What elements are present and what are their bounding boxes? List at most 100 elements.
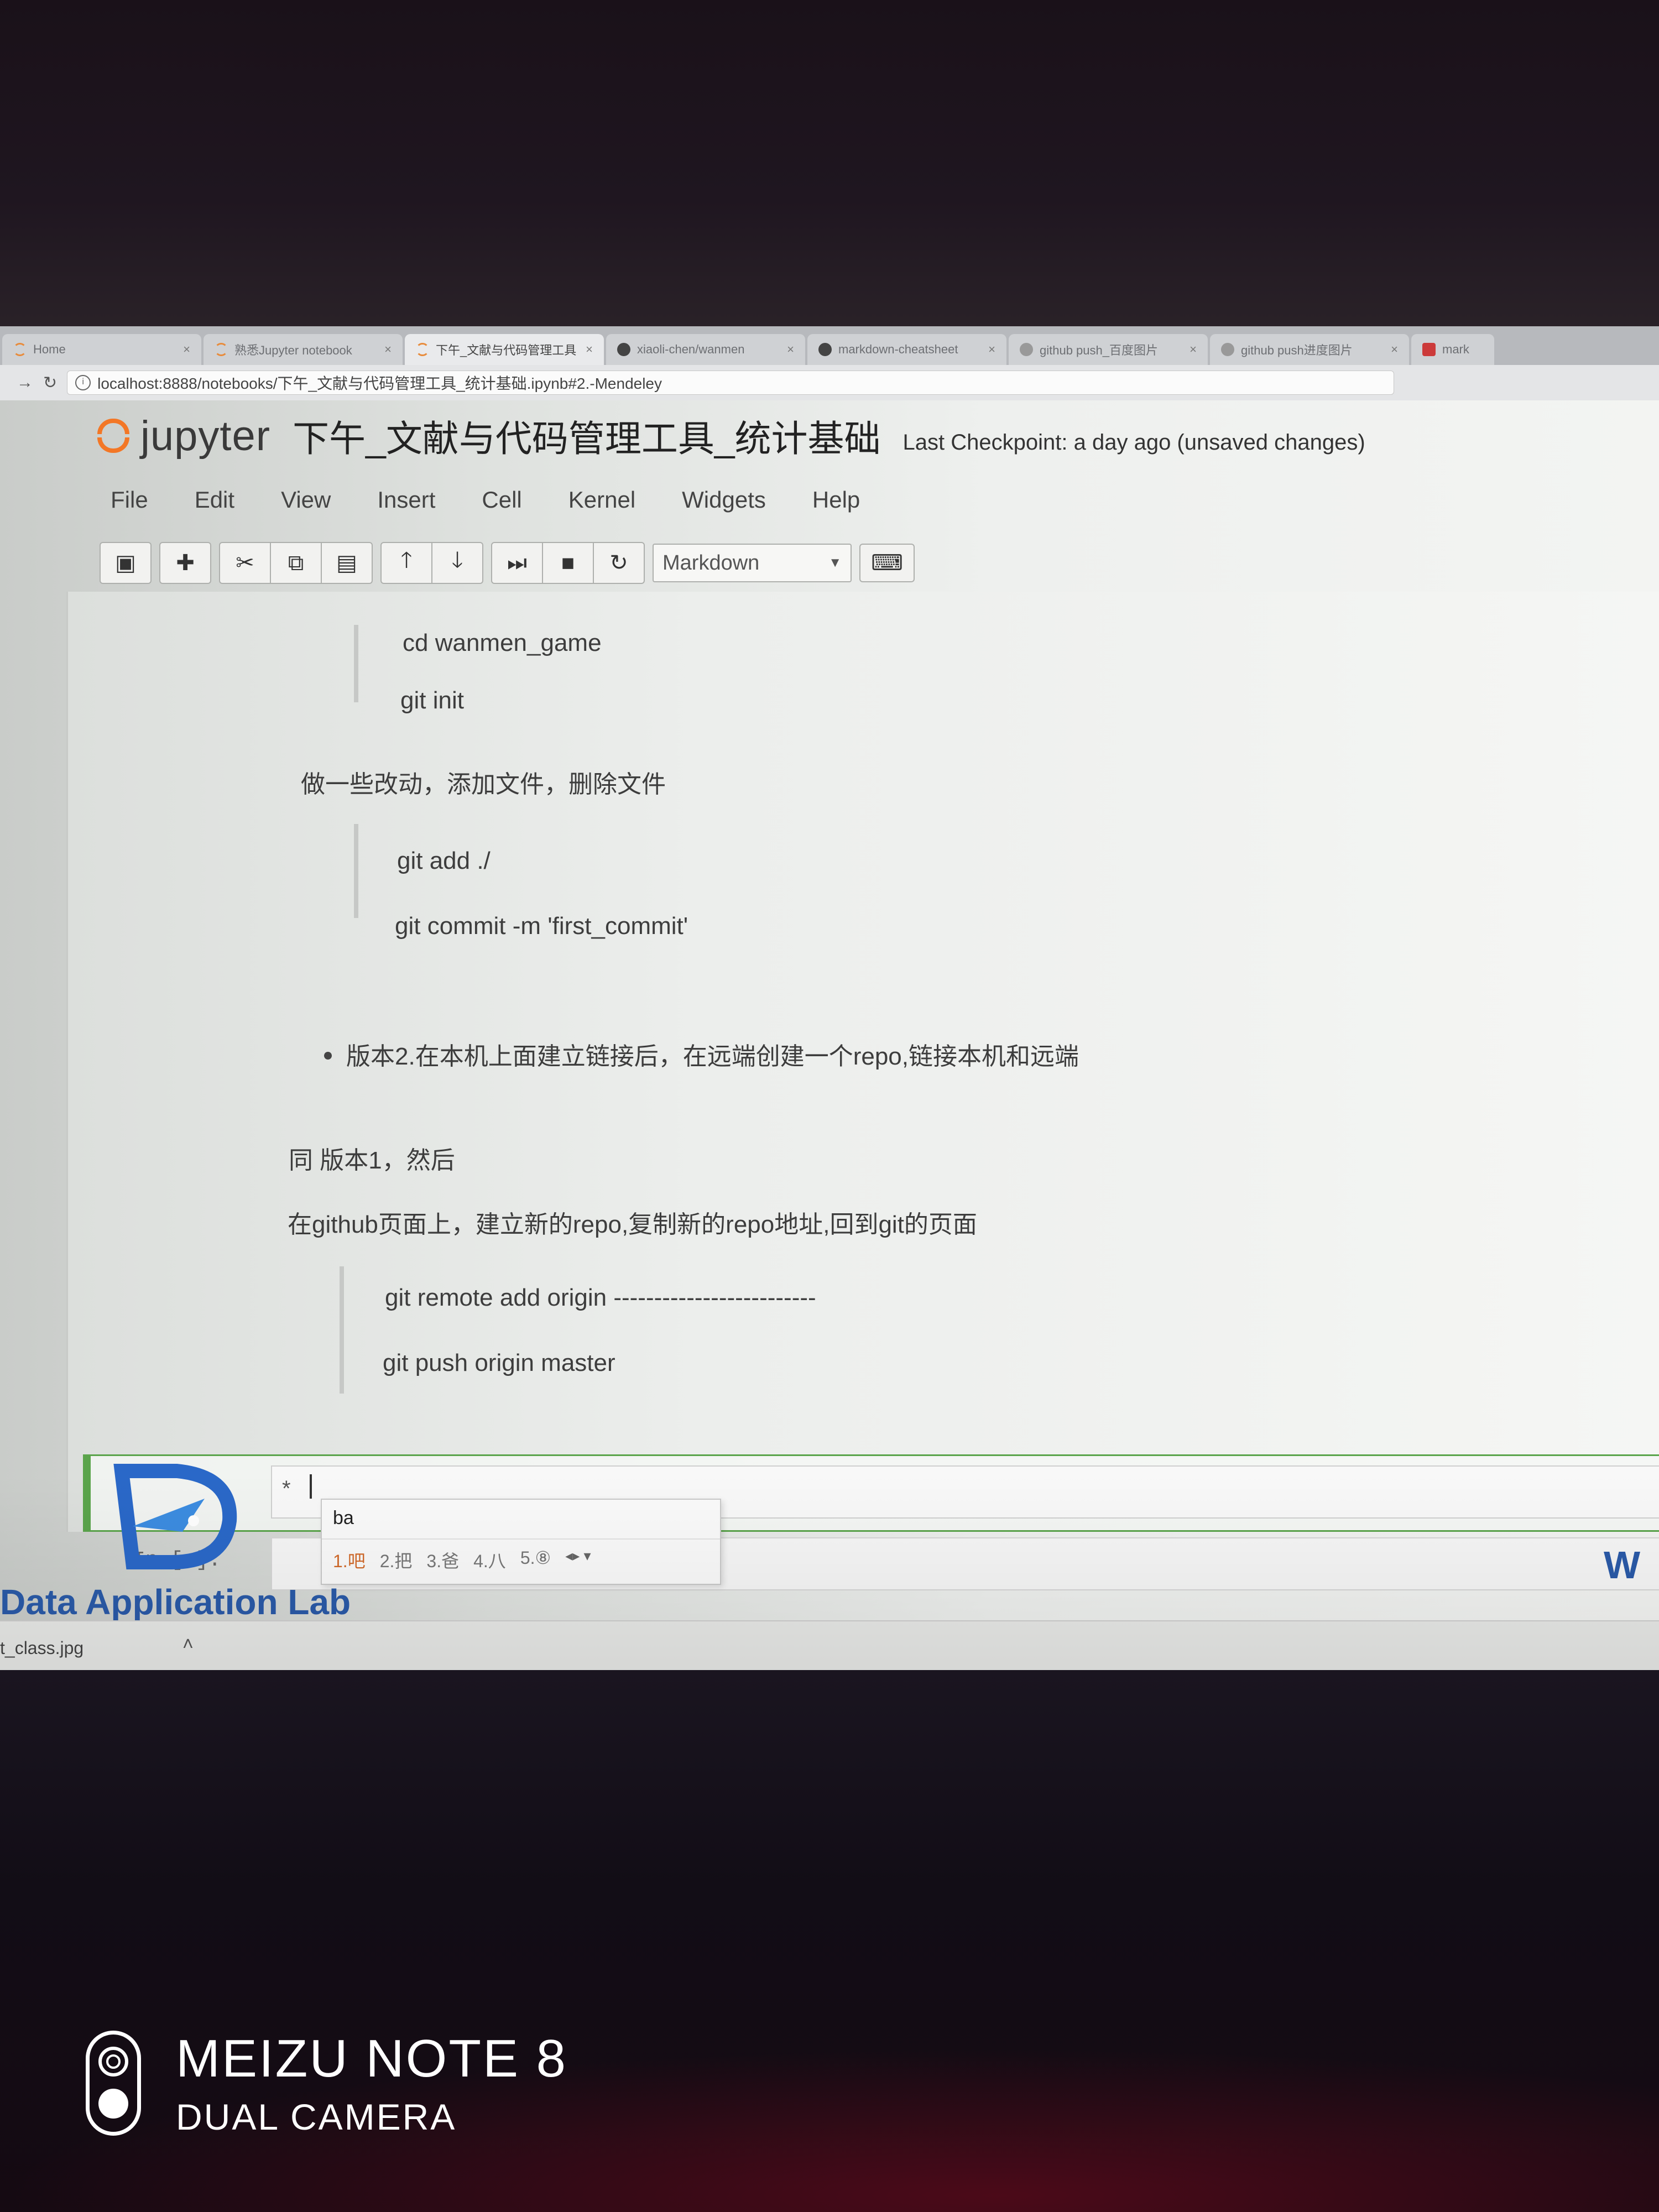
download-item[interactable]: t_class.jpg (0, 1638, 84, 1658)
paragraph-text: 同 版本1，然后 (289, 1147, 455, 1174)
blockquote-bar (354, 824, 358, 918)
paragraph-text: 在github页面上，建立新的repo,复制新的repo地址,回到git的页面 (288, 1211, 977, 1238)
step-forward-icon: ⏭ (507, 550, 527, 575)
notebook-toolbar: ▣ ✚ ✂ ⧉ ▤ 🡑 🡓 ⏭ ■ ↻ Markdown ▼ ⌨ (100, 542, 915, 584)
browser-tab[interactable]: 熟悉Jupyter notebook × (204, 334, 403, 365)
tab-bar: Home × 熟悉Jupyter notebook × 下午_文献与代码管理工具… (0, 326, 1659, 365)
menu-help[interactable]: Help (812, 487, 860, 513)
forward-icon[interactable]: → (17, 373, 33, 392)
code-line: git push origin master (383, 1349, 615, 1376)
jupyter-icon (416, 343, 429, 356)
jupyter-icon (215, 343, 228, 356)
paste-icon: ▤ (336, 551, 357, 575)
lab-watermark-text: Data Application Lab (0, 1582, 351, 1622)
chevron-down-icon: ▼ (828, 555, 842, 570)
tab-title: xiaoli-chen/wanmen (637, 342, 745, 356)
jupyter-logo-icon (94, 416, 133, 455)
tab-title: markdown-cheatsheet (838, 342, 958, 356)
github-icon (818, 343, 832, 356)
close-icon[interactable]: × (988, 342, 995, 357)
close-icon[interactable]: × (1391, 342, 1398, 357)
menu-kernel[interactable]: Kernel (568, 487, 635, 513)
menu-view[interactable]: View (281, 487, 331, 513)
ime-candidate[interactable]: 1.吧 (333, 1547, 366, 1573)
browser-tab[interactable]: markdown-cheatsheet × (807, 334, 1006, 365)
save-icon: ▣ (115, 551, 136, 575)
run-button-group: ⏭ ■ ↻ (491, 542, 645, 584)
save-button[interactable]: ▣ (100, 542, 152, 584)
browser-tab[interactable]: mark (1411, 334, 1494, 365)
copy-icon: ⧉ (288, 550, 304, 575)
url-input[interactable]: i localhost:8888/notebooks/下午_文献与代码管理工具_… (67, 371, 1395, 395)
move-up-button[interactable]: 🡑 (380, 542, 432, 584)
restart-button[interactable]: ↻ (593, 542, 645, 584)
camera-icon (86, 2031, 141, 2136)
reload-icon[interactable]: ↻ (43, 373, 57, 393)
menu-insert[interactable]: Insert (377, 487, 435, 513)
blockquote-bar (354, 625, 358, 702)
menu-cell[interactable]: Cell (482, 487, 521, 513)
run-button[interactable]: ⏭ (491, 542, 543, 584)
menu-widgets[interactable]: Widgets (682, 487, 766, 513)
tab-title: 熟悉Jupyter notebook (234, 343, 352, 357)
close-icon[interactable]: × (1190, 342, 1197, 357)
tab-title: github push进度图片 (1241, 343, 1353, 357)
blockquote-bar (340, 1266, 344, 1394)
restart-icon: ↻ (609, 551, 628, 575)
text-cursor (310, 1474, 312, 1499)
move-button-group: 🡑 🡓 (380, 542, 483, 584)
ime-candidate[interactable]: 4.八 (473, 1547, 506, 1573)
browser-tab[interactable]: github push_百度图片 × (1009, 334, 1208, 365)
bullet-dot (324, 1052, 332, 1060)
data-application-lab-logo (113, 1464, 237, 1569)
ime-input-text: ba (333, 1507, 354, 1528)
notebook-title[interactable]: 下午_文献与代码管理工具_统计基础 (293, 409, 880, 462)
code-line: git remote add origin ------------------… (385, 1284, 816, 1311)
tab-title: 下午_文献与代码管理工具 (436, 343, 577, 357)
code-line: git commit -m 'first_commit' (395, 912, 688, 940)
ime-candidate-popup[interactable]: ba 1.吧 2.把 3.爸 4.八 5.⑧ ◂▸ ▾ (321, 1499, 721, 1585)
divider (322, 1538, 720, 1540)
browser-tab[interactable]: xiaoli-chen/wanmen × (606, 334, 805, 365)
right-watermark-text: W (1604, 1543, 1641, 1587)
close-icon[interactable]: × (183, 342, 190, 357)
cell-type-value: Markdown (662, 551, 760, 575)
browser-window: Home × 熟悉Jupyter notebook × 下午_文献与代码管理工具… (0, 326, 1659, 1676)
arrow-up-icon: 🡑 (400, 548, 413, 572)
browser-tab[interactable]: Home × (2, 334, 201, 365)
tab-title: Home (33, 342, 66, 356)
close-icon[interactable]: × (787, 342, 794, 357)
copy-button[interactable]: ⧉ (270, 542, 322, 584)
info-icon[interactable]: i (75, 375, 91, 390)
ime-candidate[interactable]: 5.⑧ (520, 1547, 551, 1573)
close-icon[interactable]: × (586, 342, 593, 357)
monitor-bezel-top (0, 0, 1659, 332)
code-line: cd wanmen_game (403, 629, 602, 656)
checkpoint-status: Last Checkpoint: a day ago (unsaved chan… (902, 430, 1365, 455)
cell-type-select[interactable]: Markdown ▼ (653, 544, 852, 582)
cut-button[interactable]: ✂ (219, 542, 271, 584)
insert-cell-button[interactable]: ✚ (159, 542, 211, 584)
menu-file[interactable]: File (111, 487, 148, 513)
command-palette-button[interactable]: ⌨ (859, 544, 915, 582)
menu-edit[interactable]: Edit (195, 487, 234, 513)
close-icon[interactable]: × (384, 342, 392, 357)
browser-tab[interactable]: github push进度图片 × (1210, 334, 1409, 365)
stop-icon: ■ (561, 550, 575, 575)
ime-candidate[interactable]: 2.把 (380, 1547, 413, 1573)
jupyter-logo[interactable]: jupyter (94, 412, 270, 460)
browser-tab-active[interactable]: 下午_文献与代码管理工具 × (405, 334, 604, 365)
page-arrows-icon[interactable]: ◂▸ ▾ (565, 1547, 591, 1573)
cell-dirty-marker: * (282, 1477, 291, 1501)
chevron-up-icon[interactable]: ˄ (182, 1634, 194, 1655)
paragraph-text: 做一些改动，添加文件，删除文件 (301, 771, 666, 798)
interrupt-button[interactable]: ■ (542, 542, 594, 584)
move-down-button[interactable]: 🡓 (431, 542, 483, 584)
download-shelf: t_class.jpg ˄ (0, 1620, 1659, 1676)
scissors-icon: ✂ (236, 551, 254, 575)
baidu-icon (1221, 343, 1234, 356)
ime-candidate[interactable]: 3.爸 (426, 1547, 459, 1573)
jupyter-icon (13, 343, 27, 356)
paste-button[interactable]: ▤ (321, 542, 373, 584)
arrow-down-icon: 🡓 (451, 548, 463, 572)
